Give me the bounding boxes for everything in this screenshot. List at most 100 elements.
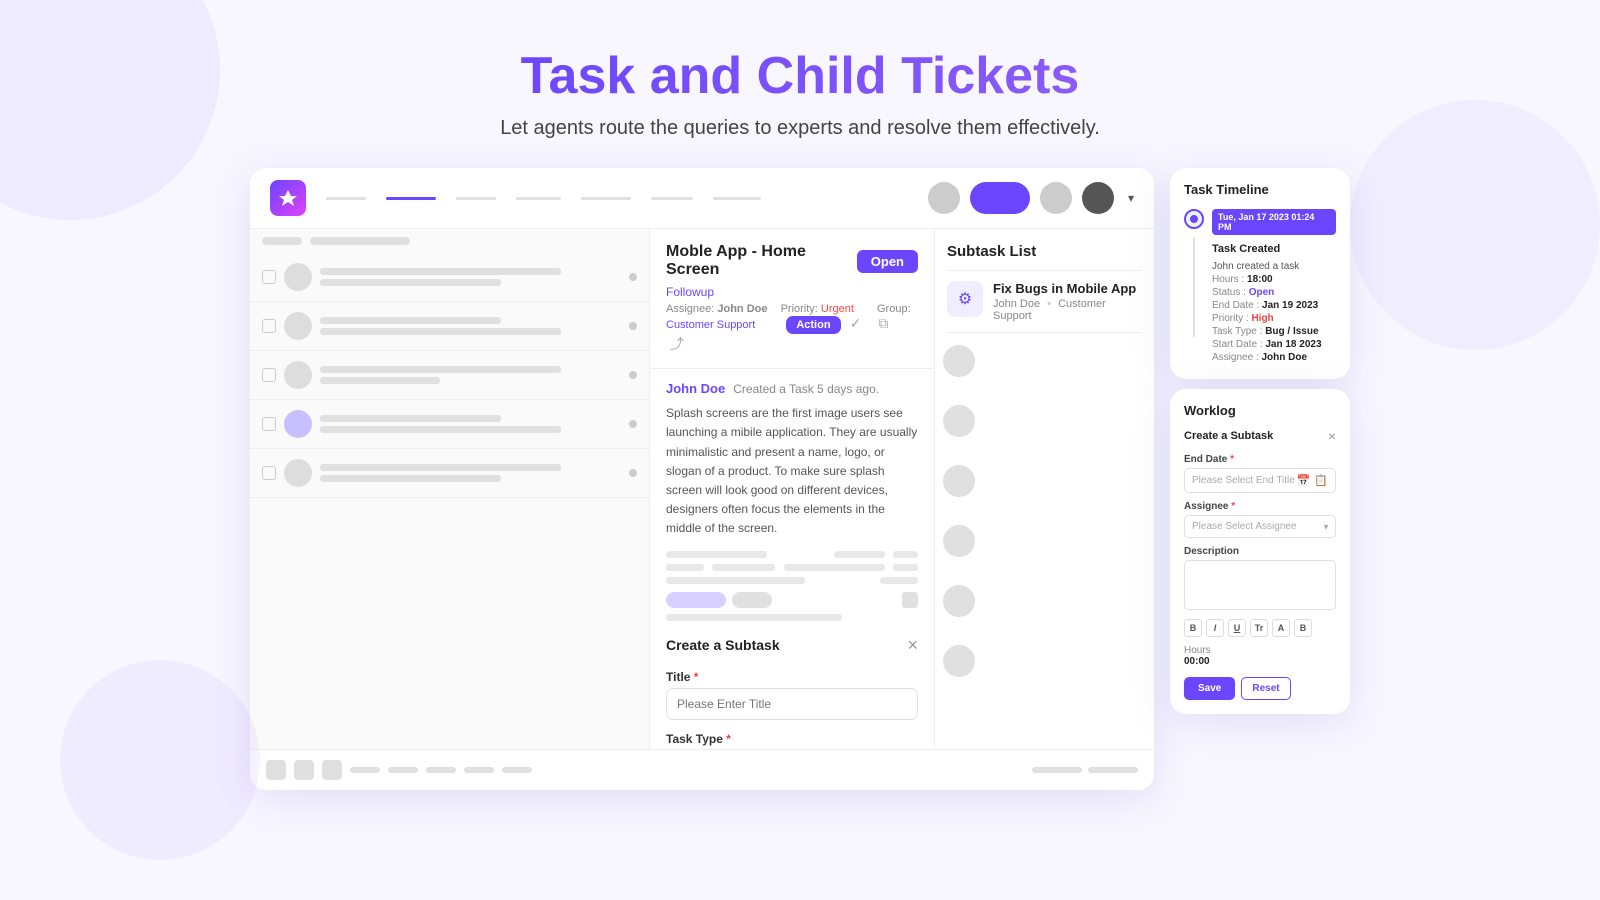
header-section: Task and Child Tickets Let agents route … <box>500 0 1100 140</box>
timeline-dot <box>1184 209 1204 229</box>
wl-tool-strikethrough[interactable]: Tr <box>1250 619 1268 637</box>
ticket-item-1[interactable] <box>250 253 649 302</box>
nav-item-2[interactable] <box>386 197 436 200</box>
ticket-lines-1 <box>320 268 621 286</box>
timeline-dot-inner <box>1190 215 1198 223</box>
ticket-body: John Doe Created a Task 5 days ago. Spla… <box>650 369 934 550</box>
subtask-item-1[interactable]: ⚙ Fix Bugs in Mobile App John Doe • Cust… <box>947 271 1142 333</box>
ticket-checkbox-3[interactable] <box>262 368 276 382</box>
ticket-line <box>320 464 561 471</box>
bb-bar-right-1 <box>1032 767 1082 773</box>
nav-avatar-2[interactable] <box>1040 182 1072 214</box>
timeline-line <box>1193 237 1195 337</box>
nav-chevron-icon[interactable]: ▾ <box>1128 191 1134 205</box>
ticket-line <box>320 426 561 433</box>
ticket-checkbox-1[interactable] <box>262 270 276 284</box>
main-container: ▾ <box>250 168 1350 790</box>
bottom-bar <box>250 749 1154 790</box>
ticket-avatar-5 <box>284 459 312 487</box>
right-panels: Task Timeline Tue, Jan 17 2023 01:24 PM … <box>1170 168 1350 714</box>
ticket-checkbox-4[interactable] <box>262 417 276 431</box>
ticket-name: Moble App - Home Screen <box>666 243 857 279</box>
subtask-list-section: Subtask List ⚙ Fix Bugs in Mobile App Jo… <box>935 229 1154 333</box>
wl-toolbar: B I U Tr A B <box>1184 619 1336 637</box>
timeline-panel: Task Timeline Tue, Jan 17 2023 01:24 PM … <box>1170 168 1350 379</box>
bb-square-2 <box>294 760 314 780</box>
copy-icon[interactable]: ⧉ <box>878 315 888 331</box>
worklog-close-button[interactable]: × <box>1328 428 1336 444</box>
ticket-line <box>320 415 501 422</box>
form-title: Create a Subtask <box>666 637 780 653</box>
group-value: Customer Support <box>666 319 755 331</box>
nav-item-1[interactable] <box>326 197 366 200</box>
ticket-meta: Assignee: John Doe Priority: Urgent Grou… <box>666 303 918 354</box>
ticket-avatar-4 <box>284 410 312 438</box>
subtask-icon: ⚙ <box>947 281 983 317</box>
wl-tool-color[interactable]: A <box>1272 619 1290 637</box>
nav-avatar-dark[interactable] <box>1082 182 1114 214</box>
nav-avatar-1[interactable] <box>928 182 960 214</box>
wl-actions: Save Reset <box>1184 677 1336 700</box>
nav-item-7[interactable] <box>713 197 761 200</box>
right-circles <box>935 333 1154 689</box>
wl-description-textarea[interactable] <box>1184 560 1336 610</box>
nav-right: ▾ <box>928 182 1134 214</box>
wl-tool-underline[interactable]: U <box>1228 619 1246 637</box>
logo-icon <box>278 188 298 208</box>
nav-item-4[interactable] <box>516 197 561 200</box>
wl-form-group-description: Description B I U Tr A B <box>1184 546 1336 637</box>
ticket-dot-2 <box>629 322 637 330</box>
ticket-item-5[interactable] <box>250 449 649 498</box>
bb-bar-3 <box>426 767 456 773</box>
title-input[interactable] <box>666 688 918 720</box>
timeline-author: John created a task <box>1212 261 1336 272</box>
nav-avatar-active[interactable] <box>970 182 1030 214</box>
form-group-title: Title * <box>666 670 918 720</box>
action-button[interactable]: Action <box>786 316 840 334</box>
ticket-item-2[interactable] <box>250 302 649 351</box>
nav-item-3[interactable] <box>456 197 496 200</box>
bb-bar-2 <box>388 767 418 773</box>
wl-tool-italic[interactable]: I <box>1206 619 1224 637</box>
ticket-content: Splash screens are the first image users… <box>666 404 918 538</box>
ticket-line <box>320 377 440 384</box>
assignee-label: Assignee: John Doe <box>666 303 768 315</box>
nav-item-5[interactable] <box>581 197 631 200</box>
wl-assignee-select-wrap: Please Select Assignee <box>1184 515 1336 538</box>
bb-square-1 <box>266 760 286 780</box>
task-type-label: Task Type * <box>666 732 918 746</box>
timeline-details: Tue, Jan 17 2023 01:24 PM Task Created J… <box>1212 209 1336 365</box>
ticket-line <box>320 317 501 324</box>
ticket-dot-1 <box>629 273 637 281</box>
bg-decoration-1 <box>0 0 220 220</box>
ticket-checkbox-2[interactable] <box>262 319 276 333</box>
header-bar-short <box>262 237 302 245</box>
wl-save-button[interactable]: Save <box>1184 677 1235 700</box>
timeline-task-type: Task Type : Bug / Issue <box>1212 326 1336 337</box>
close-subtask-button[interactable]: × <box>907 635 918 656</box>
ticket-checkbox-5[interactable] <box>262 466 276 480</box>
created-text: Created a Task 5 days ago. <box>733 382 879 396</box>
timeline-end-date: End Date : Jan 19 2023 <box>1212 300 1336 311</box>
wl-calendar-icon: 📅 <box>1297 474 1311 487</box>
wl-hours-label: Hours <box>1184 645 1336 656</box>
wl-tool-bold2[interactable]: B <box>1294 619 1312 637</box>
right-circle-5 <box>943 585 975 617</box>
ticket-item-4[interactable] <box>250 400 649 449</box>
ticket-header: Moble App - Home Screen Open Followup As… <box>650 229 934 369</box>
share-icon[interactable]: ⤴ <box>670 336 684 352</box>
timeline-event-title: Task Created <box>1212 243 1336 255</box>
ticket-lines-4 <box>320 415 621 433</box>
ticket-list-panel <box>250 229 650 749</box>
wl-end-date-input[interactable]: Please Select End Title 📅 📋 <box>1184 468 1336 493</box>
wl-assignee-select[interactable]: Please Select Assignee <box>1184 515 1336 538</box>
ticket-item-3[interactable] <box>250 351 649 400</box>
nav-item-6[interactable] <box>651 197 693 200</box>
ticket-dot-4 <box>629 420 637 428</box>
timeline-date-badge: Tue, Jan 17 2023 01:24 PM <box>1212 209 1336 235</box>
create-subtask-form: Create a Subtask × Title * <box>650 621 934 750</box>
check-icon[interactable]: ✓ <box>850 315 862 331</box>
wl-tool-bold[interactable]: B <box>1184 619 1202 637</box>
right-circle-1 <box>943 345 975 377</box>
wl-reset-button[interactable]: Reset <box>1241 677 1290 700</box>
